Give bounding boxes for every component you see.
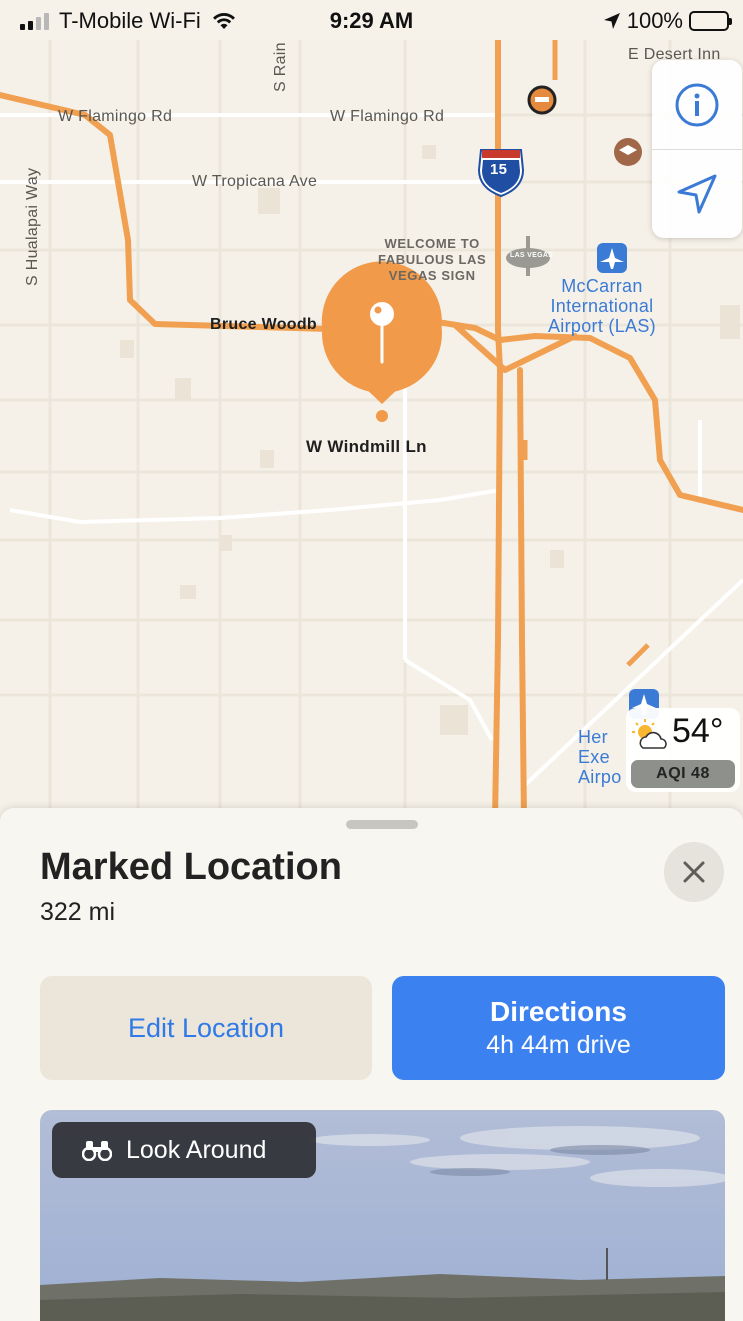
edit-location-button[interactable]: Edit Location <box>40 976 372 1080</box>
location-services-icon <box>603 13 620 29</box>
location-arrow-icon <box>677 174 717 214</box>
map-label-w-flamingo-west: W Flamingo Rd <box>58 108 173 125</box>
map-label-s-hualapai: S Hualapai Way <box>24 167 41 286</box>
map-base <box>0 40 743 820</box>
place-title: Marked Location <box>40 846 342 888</box>
look-around-button[interactable]: Look Around <box>52 1122 316 1178</box>
status-right: 100% <box>603 8 732 34</box>
map-label-w-flamingo-east: W Flamingo Rd <box>330 108 445 125</box>
close-button[interactable] <box>664 842 724 902</box>
battery-icon <box>689 11 732 31</box>
interstate-number: 15 <box>490 161 508 178</box>
binoculars-icon <box>82 1141 112 1161</box>
status-bar: T-Mobile Wi-Fi 9:29 AM 100% <box>0 0 743 40</box>
map-controls <box>652 60 742 238</box>
map-view[interactable]: E Desert Inn S Rain W Flamingo Rd W Flam… <box>0 40 743 820</box>
map-label-s-rainbow: S Rain <box>272 42 289 92</box>
place-distance: 322 mi <box>40 898 116 926</box>
close-icon <box>683 861 705 883</box>
map-info-button[interactable] <box>652 60 742 149</box>
place-card-sheet: Marked Location 322 mi Edit Location Dir… <box>0 808 743 1321</box>
directions-label: Directions <box>490 996 627 1027</box>
map-label-bruce-woodbury: Bruce Woodb <box>210 316 318 333</box>
map-label-w-tropicana: W Tropicana Ave <box>192 173 318 190</box>
dropped-pin-icon <box>321 261 442 422</box>
look-around-label: Look Around <box>126 1135 267 1164</box>
map-label-welcome-sign[interactable]: WELCOME TO FABULOUS LAS VEGAS SIGN <box>378 236 486 284</box>
weather-temperature: 54° <box>672 712 724 750</box>
pin-street-label: W Windmill Ln <box>306 437 427 456</box>
weather-badge[interactable]: 54° AQI 48 <box>626 708 740 792</box>
battery-percent: 100% <box>626 8 683 33</box>
map-label-mccarran-airport[interactable]: McCarran International Airport (LAS) <box>548 276 656 336</box>
info-icon <box>675 83 719 126</box>
directions-button[interactable]: Directions 4h 44m drive <box>392 976 725 1080</box>
vegas-sign-text: LAS VEGAS <box>510 252 554 259</box>
sheet-grabber[interactable] <box>346 820 418 829</box>
map-locate-button[interactable] <box>652 149 742 238</box>
directions-drive-time: 4h 44m drive <box>486 1031 631 1059</box>
partly-cloudy-icon <box>632 719 667 749</box>
air-quality-index: AQI 48 <box>631 760 735 788</box>
look-around-preview[interactable]: Look Around <box>40 1110 725 1321</box>
map-label-henderson-airport[interactable]: Her Exe Airpo <box>578 727 622 787</box>
